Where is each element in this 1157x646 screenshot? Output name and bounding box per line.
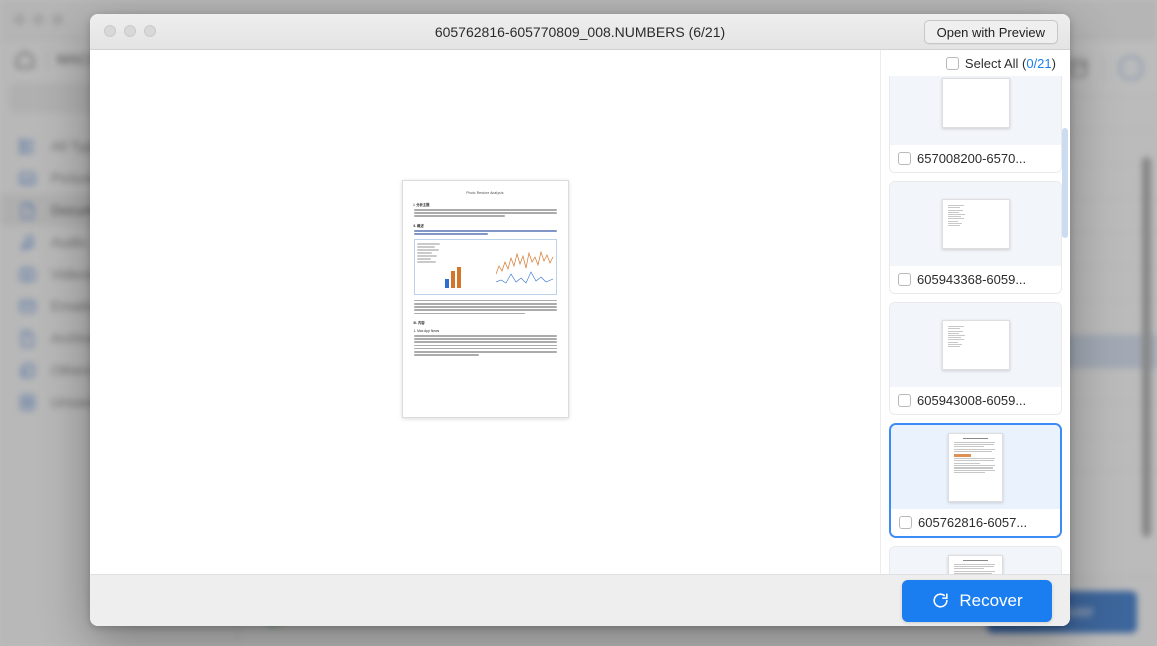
chart-sparkline bbox=[495, 250, 553, 284]
toolbar-divider bbox=[1104, 56, 1105, 79]
spreadsheet-thumbnail bbox=[941, 320, 1010, 370]
sidebar-item-label: Audio bbox=[51, 234, 87, 250]
thumbnail-image-wrap bbox=[890, 303, 1061, 387]
thumbnail-checkbox[interactable] bbox=[898, 152, 911, 165]
thumbnail-checkbox[interactable] bbox=[898, 394, 911, 407]
preview-embedded-chart bbox=[413, 238, 557, 295]
home-icon[interactable] bbox=[14, 48, 36, 70]
thumbnail-label-row: 605943368-6059... bbox=[890, 266, 1061, 293]
thumbnail-filename: 605943008-6059... bbox=[917, 393, 1027, 408]
thumbnail-card[interactable]: 605753656-6057... bbox=[889, 546, 1062, 574]
thumbnail-image-wrap bbox=[890, 76, 1061, 145]
breadcrumb-divider bbox=[46, 50, 47, 68]
document-thumbnail bbox=[948, 554, 1003, 574]
spreadsheet-thumbnail bbox=[941, 199, 1010, 249]
screen-root: MAC10 Type All Types bbox=[0, 0, 1157, 646]
thumbnail-card[interactable]: 605943368-6059... bbox=[889, 181, 1062, 294]
grid-list-icon bbox=[18, 137, 37, 156]
select-all-row[interactable]: Select All (0/21) bbox=[881, 50, 1070, 76]
thumbnail-filename: 605943368-6059... bbox=[917, 272, 1027, 287]
recover-button-label: Recover bbox=[959, 590, 1023, 610]
preview-heading: II. 概述 bbox=[413, 223, 424, 228]
sidebar-item-label: Videos bbox=[51, 266, 94, 282]
open-with-preview-button[interactable]: Open with Preview bbox=[923, 20, 1058, 44]
vertical-scrollbar[interactable] bbox=[1142, 157, 1151, 537]
thumbnail-list-pane: Select All (0/21) 657008200-6570... 6059… bbox=[880, 50, 1070, 574]
sidebar-item-label: Others bbox=[51, 362, 94, 378]
preview-doc-title: Photo Restore Analysis bbox=[466, 191, 504, 195]
thumbnail-label-row: 605943008-6059... bbox=[890, 387, 1061, 414]
video-icon bbox=[18, 265, 37, 284]
more-options-icon[interactable]: ··· bbox=[1119, 55, 1143, 80]
music-note-icon bbox=[18, 233, 37, 252]
clock-document-icon bbox=[18, 393, 37, 412]
thumbnail-image-wrap bbox=[891, 425, 1060, 509]
thumbnail-checkbox[interactable] bbox=[898, 273, 911, 286]
archive-icon bbox=[18, 329, 37, 348]
thumbnail-label-row: 605762816-6057... bbox=[891, 509, 1060, 536]
maximize-button[interactable] bbox=[52, 14, 63, 25]
select-all-label: Select All (0/21) bbox=[964, 55, 1056, 71]
minimize-button[interactable] bbox=[33, 14, 44, 25]
preview-subheading: 1. Mac App News bbox=[413, 329, 440, 334]
thumbnail-image-wrap bbox=[890, 547, 1061, 574]
thumbnail-filename: 657008200-6570... bbox=[917, 151, 1027, 166]
close-button[interactable] bbox=[14, 14, 25, 25]
preview-heading: III. 内容 bbox=[413, 321, 425, 326]
preview-document-page[interactable]: Photo Restore Analysis I. 分析主题 II. 概述 II… bbox=[401, 180, 569, 418]
envelope-icon bbox=[18, 297, 37, 316]
dialog-body: Photo Restore Analysis I. 分析主题 II. 概述 II… bbox=[90, 50, 1070, 574]
document-thumbnail bbox=[948, 432, 1003, 502]
file-preview-dialog: 605762816-605770809_008.NUMBERS (6/21) O… bbox=[90, 14, 1070, 626]
sidebar-item-label: Emails bbox=[51, 298, 94, 314]
copy-icon bbox=[18, 361, 37, 380]
thumbnail-image-wrap bbox=[890, 182, 1061, 266]
dialog-titlebar: 605762816-605770809_008.NUMBERS (6/21) O… bbox=[90, 14, 1070, 50]
preview-heading: I. 分析主题 bbox=[413, 203, 430, 207]
thumbnail-card[interactable]: 605943008-6059... bbox=[889, 302, 1062, 415]
thumbnail-card[interactable]: 657008200-6570... bbox=[889, 76, 1062, 173]
chart-bars bbox=[444, 264, 461, 288]
recover-button[interactable]: Recover bbox=[902, 579, 1052, 622]
refresh-icon bbox=[933, 593, 948, 608]
picture-icon bbox=[18, 169, 37, 188]
thumbnail-scrollbar[interactable] bbox=[1062, 128, 1068, 238]
chart-legend bbox=[416, 242, 443, 292]
thumbnail-filename: 605762816-6057... bbox=[918, 515, 1028, 530]
thumbnail-checkbox[interactable] bbox=[899, 516, 912, 529]
background-window-controls[interactable] bbox=[14, 14, 63, 25]
document-icon bbox=[18, 201, 37, 220]
document-preview-pane: Photo Restore Analysis I. 分析主题 II. 概述 II… bbox=[90, 50, 880, 574]
thumbnail-card-selected[interactable]: 605762816-6057... bbox=[889, 423, 1062, 538]
dialog-footer: Recover bbox=[90, 574, 1070, 626]
spreadsheet-thumbnail bbox=[941, 78, 1010, 128]
select-all-checkbox[interactable] bbox=[945, 56, 959, 70]
thumbnail-label-row: 657008200-6570... bbox=[890, 145, 1061, 172]
select-all-count: 0/21 bbox=[1026, 55, 1052, 71]
thumbnail-scroll-area[interactable]: 657008200-6570... 605943368-6059... 6059… bbox=[881, 76, 1070, 574]
